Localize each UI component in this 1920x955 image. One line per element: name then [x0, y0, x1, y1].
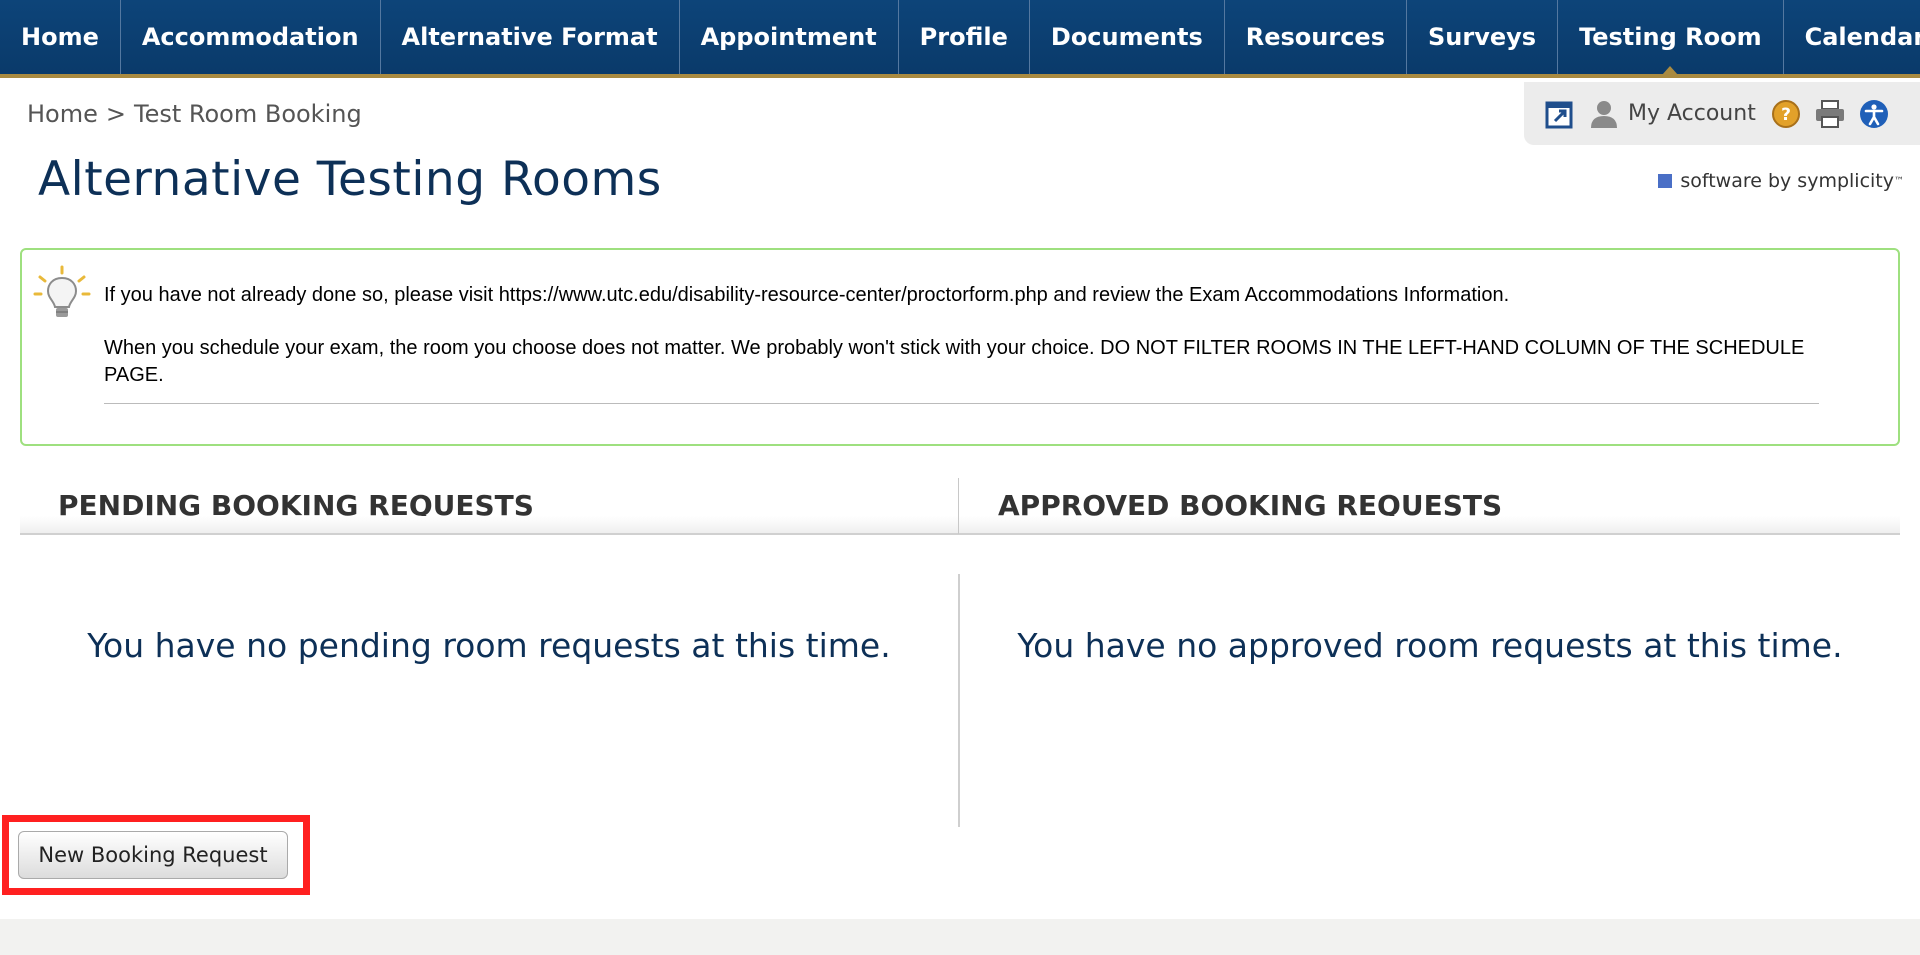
nav-resources[interactable]: Resources [1225, 0, 1407, 74]
pending-empty-message: You have no pending room requests at thi… [87, 626, 891, 665]
utility-bar: My Account ? [1524, 82, 1920, 145]
nav-accommodation[interactable]: Accommodation [121, 0, 381, 74]
info-box: If you have not already done so, please … [20, 248, 1900, 446]
vendor-logo-text: software by symplicity [1680, 170, 1894, 192]
nav-documents[interactable]: Documents [1030, 0, 1225, 74]
user-icon[interactable] [1588, 98, 1620, 130]
info-divider [104, 403, 1819, 404]
vendor-logo-square [1658, 174, 1673, 188]
svg-text:?: ? [1781, 105, 1791, 125]
nav-testing-room[interactable]: Testing Room [1558, 0, 1784, 75]
help-icon[interactable]: ? [1770, 98, 1802, 130]
vendor-trademark: ™ [1894, 175, 1904, 187]
breadcrumb-current: Test Room Booking [133, 100, 362, 128]
info-text: If you have not already done so, please … [104, 282, 1824, 389]
nav-appointment[interactable]: Appointment [680, 0, 899, 74]
nav-calendar[interactable]: Calendar [1784, 0, 1920, 74]
page-title: Alternative Testing Rooms [38, 152, 662, 207]
footer-strip [0, 919, 1920, 955]
new-booking-request-button[interactable]: New Booking Request [18, 831, 288, 879]
column-divider [958, 574, 960, 827]
heading-shade [20, 516, 1900, 534]
heading-divider [20, 533, 1900, 535]
vendor-logo: software by symplicity ™ [1658, 170, 1904, 192]
nav-home[interactable]: Home [0, 0, 121, 74]
nav-surveys[interactable]: Surveys [1407, 0, 1559, 74]
main-nav: Home Accommodation Alternative Format Ap… [0, 0, 1920, 78]
lightbulb-icon [32, 264, 92, 328]
popout-icon[interactable] [1544, 98, 1576, 130]
info-line-schedule-note: When you schedule your exam, the room yo… [104, 337, 1805, 386]
my-account-link[interactable]: My Account [1628, 101, 1756, 126]
breadcrumb-separator: > [105, 100, 126, 128]
nav-alternative-format[interactable]: Alternative Format [381, 0, 680, 74]
nav-profile[interactable]: Profile [899, 0, 1030, 74]
breadcrumb: Home > Test Room Booking [27, 100, 362, 128]
column-divider-top [958, 478, 959, 534]
info-line-proctor-form: If you have not already done so, please … [104, 284, 1510, 306]
breadcrumb-home-link[interactable]: Home [27, 100, 98, 128]
approved-empty-message: You have no approved room requests at th… [1017, 626, 1843, 665]
accessibility-icon[interactable] [1858, 98, 1890, 130]
print-icon[interactable] [1814, 98, 1846, 130]
